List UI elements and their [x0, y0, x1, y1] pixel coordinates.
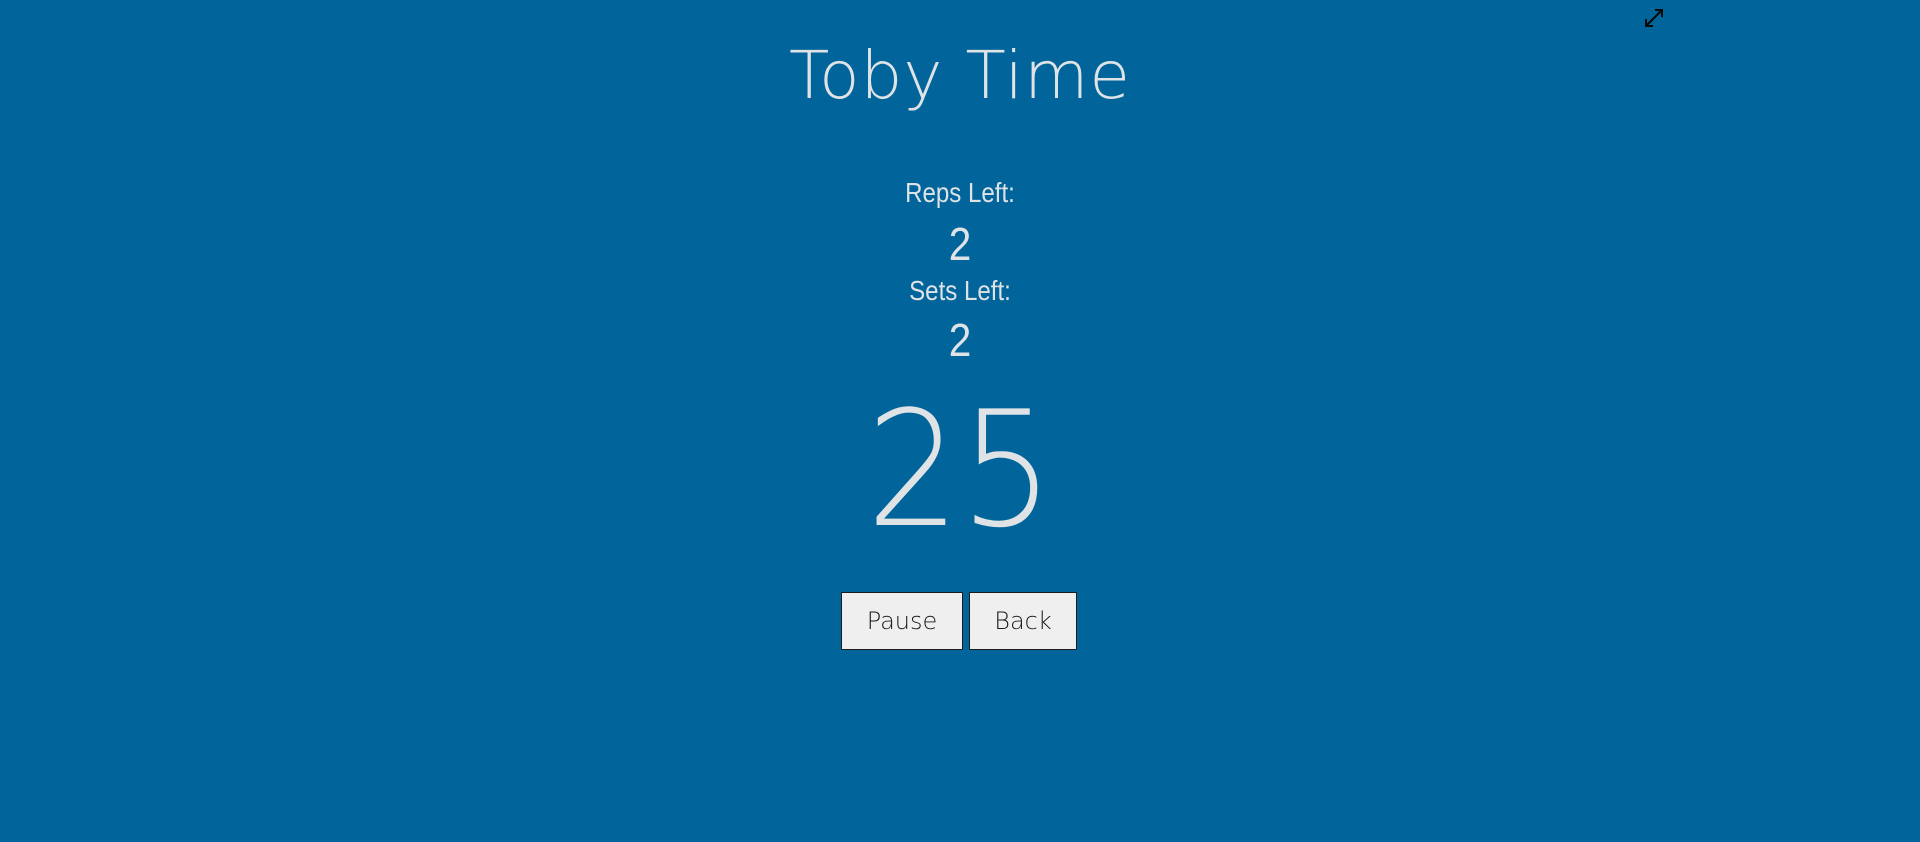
reps-left-value: 2 — [948, 218, 972, 270]
reps-left-label: Reps Left: — [905, 177, 1015, 208]
sets-left-value: 2 — [948, 314, 972, 366]
countdown-timer: 25 — [866, 376, 1054, 563]
back-button[interactable]: Back — [969, 592, 1077, 650]
fullscreen-button[interactable] — [1641, 5, 1667, 31]
sets-left-label: Sets Left: — [909, 275, 1011, 306]
control-buttons: Pause Back — [841, 592, 1077, 650]
page-title: Toby Time — [789, 37, 1131, 114]
fullscreen-expand-icon — [1645, 9, 1663, 27]
pause-button[interactable]: Pause — [841, 592, 963, 650]
